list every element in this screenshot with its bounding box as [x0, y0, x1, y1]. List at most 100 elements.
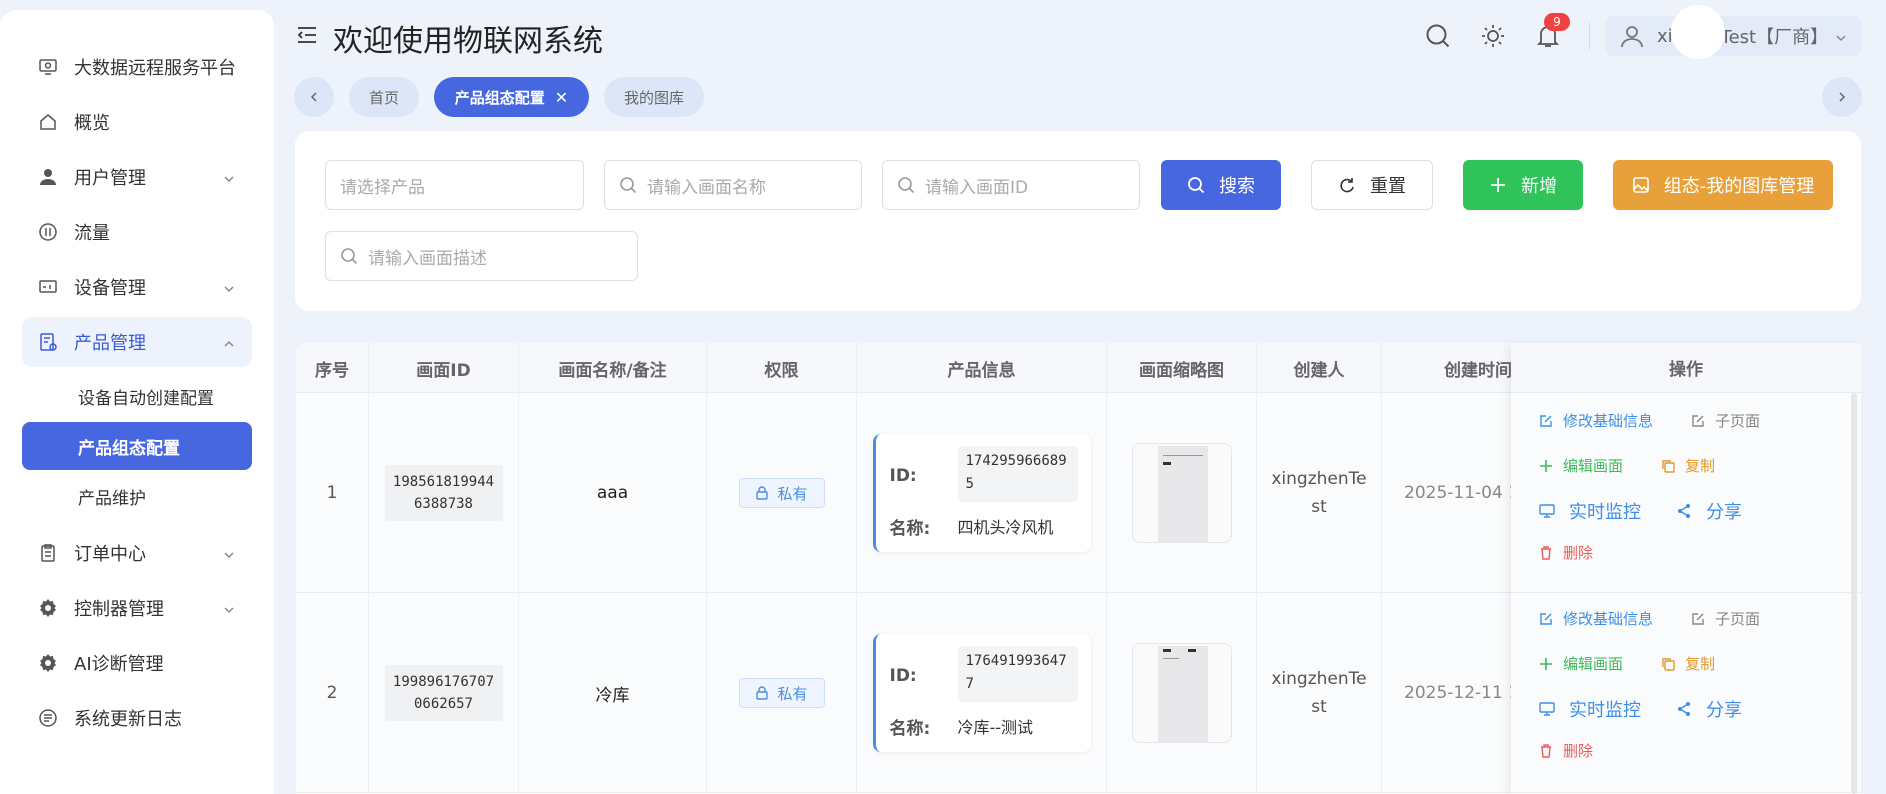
product-name-label: 名称:: [889, 519, 931, 539]
ops-row: 修改基础信息 子页面 编辑画面 复制 实时监控 分享 删除: [1511, 393, 1861, 593]
sidebar-subitem-auto-create-config[interactable]: 设备自动创建配置: [22, 372, 252, 420]
search-icon[interactable]: [1424, 22, 1452, 50]
close-icon[interactable]: ✕: [555, 88, 568, 107]
sidebar-item-products[interactable]: 产品管理: [22, 317, 252, 367]
tab-my-gallery[interactable]: 我的图库: [604, 77, 704, 117]
delete-label: 删除: [1563, 742, 1594, 760]
edit-screen-button[interactable]: 编辑画面: [1539, 455, 1623, 476]
search-icon: [897, 176, 915, 194]
edit-screen-button[interactable]: 编辑画面: [1539, 653, 1623, 674]
share-icon: [1676, 701, 1692, 717]
share-button[interactable]: 分享: [1676, 498, 1742, 524]
sidebar-item-traffic[interactable]: 流量: [22, 207, 252, 257]
sidebar-subitem-product-config[interactable]: 产品组态配置: [22, 422, 252, 470]
col-product-info: 产品信息: [857, 343, 1107, 393]
delete-button[interactable]: 删除: [1539, 542, 1593, 563]
copy-label: 复制: [1685, 457, 1716, 475]
user-menu[interactable]: xi Test【厂商】: [1605, 16, 1862, 56]
product-id: 1764919936477: [957, 646, 1078, 702]
tab-scroll-left-button[interactable]: [294, 77, 334, 117]
realtime-monitor-button[interactable]: 实时监控: [1539, 498, 1641, 524]
lock-icon: [755, 686, 769, 700]
col-index: 序号: [296, 343, 369, 393]
product-select-placeholder: 请选择产品: [340, 177, 425, 198]
delete-button[interactable]: 删除: [1539, 740, 1593, 761]
monitor-icon: [1539, 503, 1555, 519]
permission-tag: 私有: [738, 678, 825, 708]
sidebar-item-update-log[interactable]: 系统更新日志: [22, 693, 252, 743]
thumbnail-mark: [1162, 649, 1171, 652]
permission-label: 私有: [777, 684, 808, 703]
subpage-button[interactable]: 子页面: [1691, 410, 1760, 431]
sidebar-item-label: 概览: [74, 113, 110, 134]
row-creator-cell: xingzhenTest: [1257, 593, 1382, 793]
product-id: 1742959666895: [957, 446, 1078, 502]
reset-button[interactable]: 重置: [1311, 160, 1433, 210]
chevron-down-icon: [1834, 29, 1848, 43]
product-name: 冷库--测试: [957, 718, 1034, 737]
table-scrollbar[interactable]: [1851, 393, 1857, 794]
search-button[interactable]: 搜索: [1161, 160, 1281, 210]
sidebar-subitem-product-maintenance[interactable]: 产品维护: [22, 472, 252, 520]
sidebar-item-devices[interactable]: 设备管理: [22, 262, 252, 312]
edit-basic-info-button[interactable]: 修改基础信息: [1539, 410, 1653, 431]
row-screen-name: 冷库: [519, 593, 707, 793]
menu-collapse-icon[interactable]: [296, 24, 318, 46]
subpage-label: 子页面: [1715, 610, 1761, 628]
screen-id-input[interactable]: 请输入画面ID: [882, 160, 1140, 210]
row-creator: xingzhenTest: [1271, 669, 1367, 717]
row-screen-id: 1985618199446388738: [384, 465, 503, 521]
reset-button-label: 重置: [1370, 176, 1406, 197]
row-product-info-cell: ID: 1742959666895 名称: 四机头冷风机: [857, 393, 1107, 593]
sidebar-item-orders[interactable]: 订单中心: [22, 528, 252, 578]
row-index: 1: [296, 393, 369, 593]
gallery-manage-button[interactable]: 组态-我的图库管理: [1613, 160, 1833, 210]
clipboard-icon: [38, 543, 58, 563]
sidebar-item-bigdata-platform[interactable]: 大数据远程服务平台: [22, 42, 252, 92]
edit-basic-info-button[interactable]: 修改基础信息: [1539, 608, 1653, 629]
copy-button[interactable]: 复制: [1661, 455, 1715, 476]
screen-name-placeholder: 请输入画面名称: [647, 177, 766, 198]
edit-icon: [1691, 612, 1705, 626]
product-select[interactable]: 请选择产品: [325, 160, 584, 210]
row-creator: xingzhenTest: [1271, 469, 1367, 517]
share-button[interactable]: 分享: [1676, 696, 1742, 722]
screen-thumbnail[interactable]: [1131, 643, 1232, 743]
notification-badge: 9: [1544, 13, 1570, 31]
thumbnail-sheet: [1157, 646, 1208, 742]
tab-home[interactable]: 首页: [349, 77, 419, 117]
chevron-down-icon: [222, 170, 236, 184]
add-button[interactable]: 新增: [1463, 160, 1583, 210]
sidebar-item-ai-diagnosis[interactable]: AI诊断管理: [22, 638, 252, 688]
subpage-button[interactable]: 子页面: [1691, 608, 1760, 629]
screen-desc-input[interactable]: 请输入画面描述: [325, 231, 638, 281]
copy-icon: [1661, 459, 1675, 473]
product-name: 四机头冷风机: [957, 518, 1054, 537]
sidebar-item-controllers[interactable]: 控制器管理: [22, 583, 252, 633]
sidebar-item-overview[interactable]: 概览: [22, 97, 252, 147]
theme-sun-icon[interactable]: [1479, 22, 1507, 50]
add-button-label: 新增: [1521, 176, 1557, 197]
screen-name-input[interactable]: 请输入画面名称: [604, 160, 862, 210]
gear-icon: [38, 598, 58, 618]
tab-scroll-right-button[interactable]: [1822, 77, 1862, 117]
chevron-down-icon: [222, 280, 236, 294]
copy-button[interactable]: 复制: [1661, 653, 1715, 674]
share-label: 分享: [1706, 700, 1742, 721]
realtime-monitor-label: 实时监控: [1569, 502, 1641, 523]
tab-product-config[interactable]: 产品组态配置 ✕: [434, 77, 589, 117]
row-thumbnail-cell: [1107, 593, 1257, 793]
chevron-down-icon: [222, 546, 236, 560]
product-icon: [38, 332, 58, 352]
realtime-monitor-button[interactable]: 实时监控: [1539, 696, 1641, 722]
search-panel: 请选择产品 请输入画面名称 请输入画面ID 搜索 重置 新增 组态-我的图库管理…: [295, 131, 1861, 311]
delete-label: 删除: [1563, 544, 1594, 562]
device-icon: [38, 277, 58, 297]
row-creator-cell: xingzhenTest: [1257, 393, 1382, 593]
copy-icon: [1661, 657, 1675, 671]
gallery-manage-button-label: 组态-我的图库管理: [1663, 176, 1815, 197]
sidebar-item-users[interactable]: 用户管理: [22, 152, 252, 202]
monitor-icon: [1539, 701, 1555, 717]
edit-icon: [1539, 414, 1553, 428]
screen-thumbnail[interactable]: [1131, 443, 1232, 543]
